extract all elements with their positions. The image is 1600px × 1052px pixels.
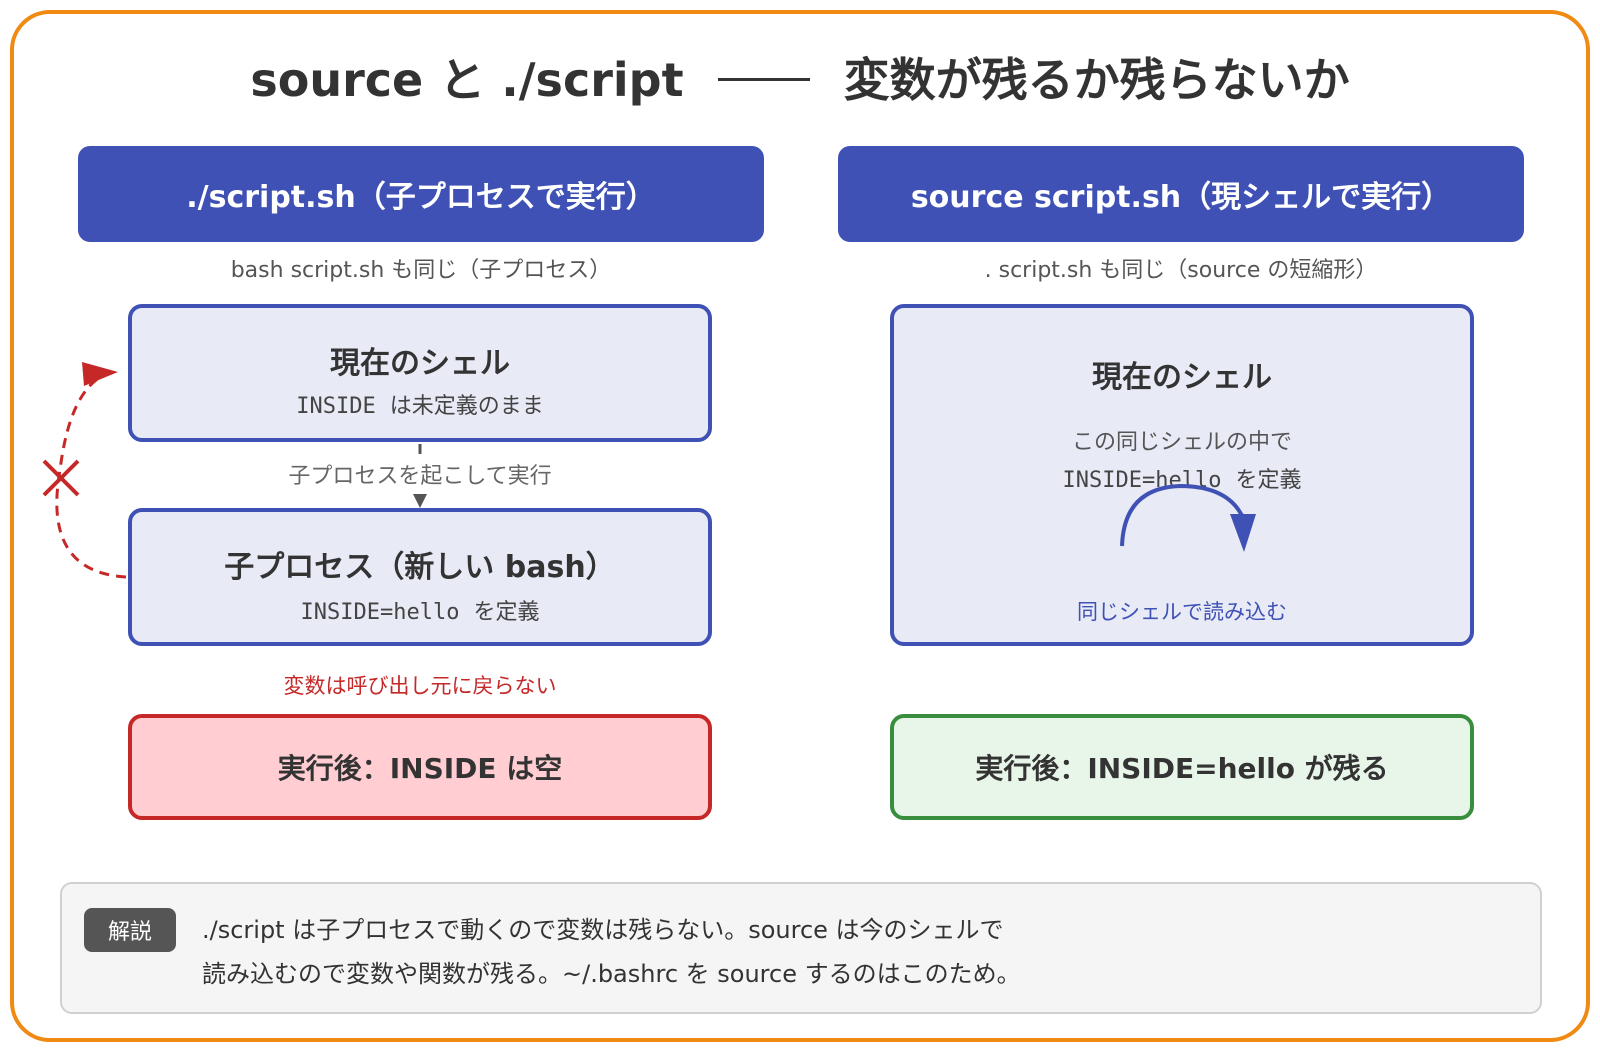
inside-desc-text: は未定義のまま [389, 394, 544, 419]
right-shell-line1: この同じシェルの中で [1071, 430, 1292, 455]
warning-label: 変数は呼び出し元に戻らない [283, 674, 557, 698]
right-code-text: を定義 [1235, 468, 1302, 493]
inside-code: INSIDE [296, 394, 376, 419]
title-right: 変数が残るか残らないか [843, 53, 1350, 107]
left-column-header: ./script.sh（子プロセスで実行） [78, 146, 764, 242]
child-process-box: 子プロセス（新しい bash） INSIDE=hello を定義 [128, 508, 712, 646]
title-dash [717, 78, 810, 81]
child-desc-text: を定義 [473, 600, 540, 625]
right-column-header: source script.sh（現シェルで実行） [838, 146, 1524, 242]
explanation-line-2: 読み込むので変数や関数が残る。~/.bashrc を source するのはこの… [202, 960, 1021, 988]
explanation-line-1: ./script は子プロセスで動くので変数は残らない。source は今のシェ… [202, 916, 1004, 944]
right-code: INSIDE=hello [1062, 468, 1222, 493]
right-result-box: 実行後：INSIDE=hello が残る [890, 714, 1474, 820]
flow-label: 子プロセスを起こして実行 [288, 464, 552, 489]
right-column-note: . script.sh も同じ（source の短縮形） [984, 258, 1378, 283]
right-current-shell-title: 現在のシェル [1092, 360, 1272, 395]
child-process-desc: INSIDE=hello を定義 [132, 594, 708, 626]
explanation-badge: 解説 [84, 908, 176, 952]
left-column-note: bash script.sh も同じ（子プロセス） [230, 258, 612, 283]
title-left: source と ./script [250, 53, 684, 107]
right-current-shell-box: 現在のシェル この同じシェルの中で INSIDE=hello を定義 同じシェル… [890, 304, 1474, 646]
left-result-box: 実行後：INSIDE は空 [128, 714, 712, 820]
child-process-title: 子プロセス（新しい bash） [224, 550, 616, 585]
right-shell-caption: 同じシェルで読み込む [1077, 600, 1287, 624]
left-current-shell-box: 現在のシェル INSIDE は未定義のまま [128, 304, 712, 442]
left-current-shell-desc: INSIDE は未定義のまま [132, 388, 708, 420]
left-current-shell-title: 現在のシェル [330, 346, 510, 381]
page-title: source と ./script 変数が残るか残らないか [0, 44, 1600, 110]
child-code: INSIDE=hello [300, 600, 460, 625]
right-shell-line2: INSIDE=hello を定義 [894, 462, 1470, 494]
explanation-panel: 解説 ./script は子プロセスで動くので変数は残らない。source は今… [60, 882, 1542, 1014]
